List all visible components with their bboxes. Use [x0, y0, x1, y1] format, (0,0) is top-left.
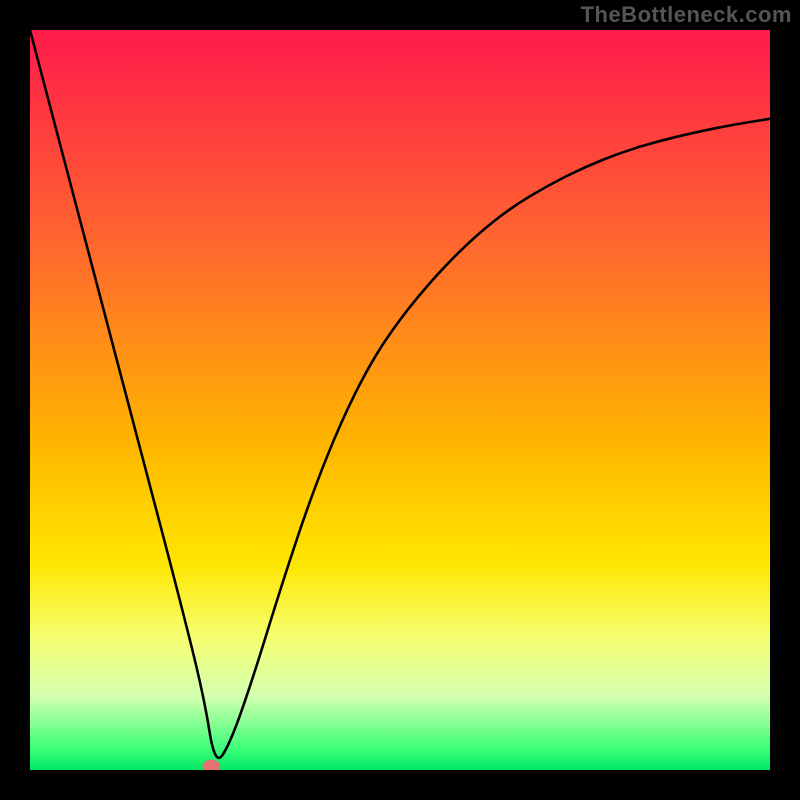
chart-svg [30, 30, 770, 770]
plot-area [30, 30, 770, 770]
chart-frame: TheBottleneck.com [0, 0, 800, 800]
watermark-text: TheBottleneck.com [581, 2, 792, 28]
